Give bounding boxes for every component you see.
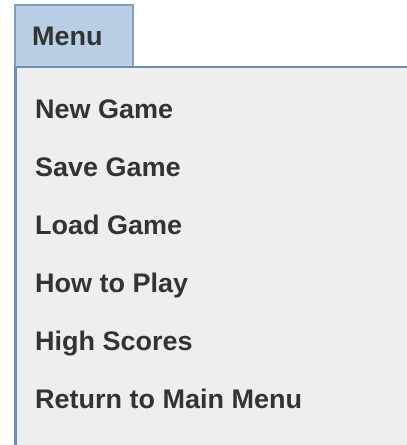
menu-item-new-game[interactable]: New Game [17,80,407,138]
menu-bar: Menu [0,0,407,71]
menu-title-button[interactable]: Menu [14,4,134,66]
menu-item-how-to-play[interactable]: How to Play [17,254,407,312]
menu-item-return-to-main-menu[interactable]: Return to Main Menu [17,370,407,428]
menu-item-save-game[interactable]: Save Game [17,138,407,196]
menu-popup: New Game Save Game Load Game How to Play… [14,66,407,445]
menu-item-high-scores[interactable]: High Scores [17,312,407,370]
menu-item-load-game[interactable]: Load Game [17,196,407,254]
